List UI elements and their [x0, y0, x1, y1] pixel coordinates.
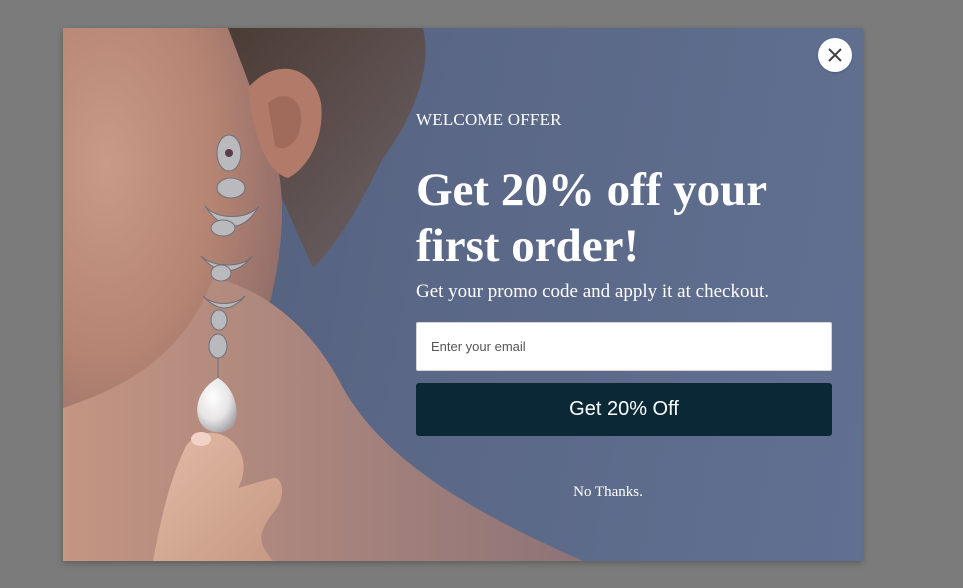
close-icon — [828, 48, 842, 62]
get-discount-button[interactable]: Get 20% Off — [416, 383, 832, 436]
offer-subtext: Get your promo code and apply it at chec… — [416, 281, 769, 302]
offer-eyebrow: WELCOME OFFER — [416, 110, 562, 129]
email-input[interactable] — [416, 322, 832, 371]
offer-headline: Get 20% off your first order! — [416, 164, 767, 272]
no-thanks-link[interactable]: No Thanks. — [416, 484, 800, 501]
welcome-offer-modal: WELCOME OFFER Get 20% off your first ord… — [63, 28, 863, 561]
close-button[interactable] — [818, 38, 852, 72]
